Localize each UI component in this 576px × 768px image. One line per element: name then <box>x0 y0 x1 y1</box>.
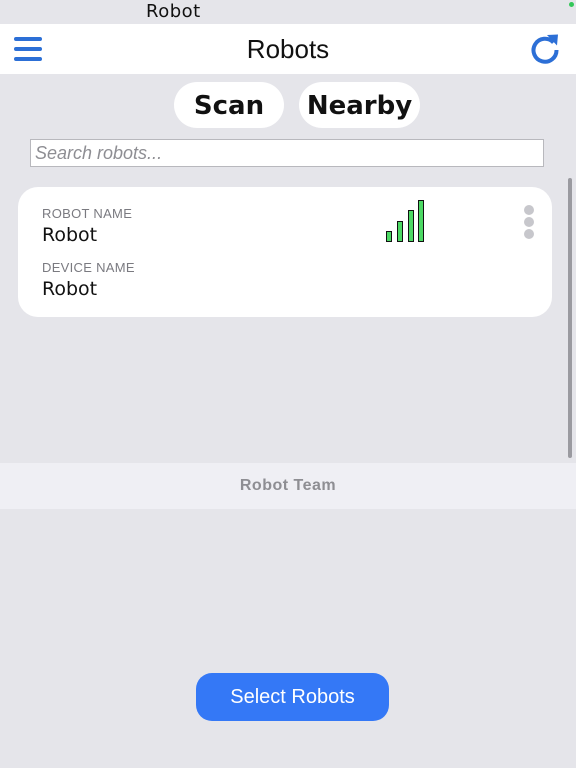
team-section-header: Robot Team <box>0 463 576 509</box>
refresh-icon[interactable] <box>528 33 562 65</box>
status-indicator-dot <box>569 2 574 7</box>
device-name-value: Robot <box>42 278 98 300</box>
device-name-label: DEVICE NAME <box>42 260 135 275</box>
signal-bar <box>408 210 414 242</box>
robot-name-value: Robot <box>42 224 98 246</box>
status-bar: Robot <box>0 0 576 24</box>
signal-bar <box>386 231 392 242</box>
robot-card[interactable]: ROBOT NAME Robot DEVICE NAME Robot <box>18 187 552 317</box>
robot-name-label: ROBOT NAME <box>42 206 133 221</box>
more-vertical-icon[interactable] <box>522 203 536 239</box>
signal-bar <box>418 200 424 242</box>
select-robots-button[interactable]: Select Robots <box>196 673 389 721</box>
status-app-name: Robot <box>146 1 201 22</box>
search-input[interactable] <box>30 139 544 167</box>
scroll-indicator[interactable] <box>568 178 572 458</box>
navigation-bar: Robots <box>0 24 576 74</box>
signal-bar <box>397 221 403 242</box>
nearby-button[interactable]: Nearby <box>299 82 420 128</box>
scan-button[interactable]: Scan <box>174 82 284 128</box>
team-list-area <box>0 509 576 656</box>
signal-strength-icon <box>386 200 424 242</box>
page-title: Robots <box>246 34 330 64</box>
